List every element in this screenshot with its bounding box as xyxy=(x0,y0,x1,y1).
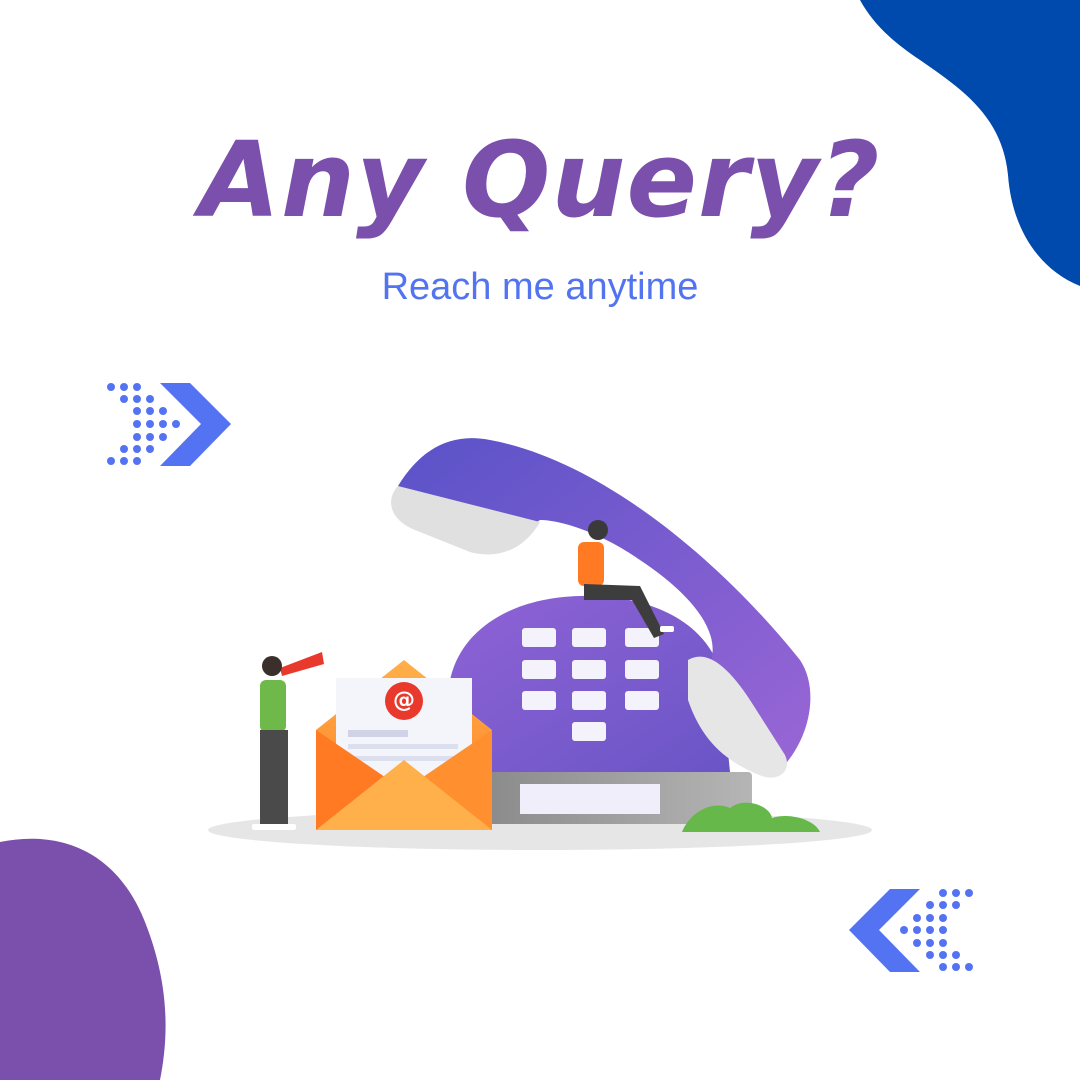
poster-canvas: @ Any Query? Reach me anytime xyxy=(0,0,1080,1080)
person-with-telescope-illustration xyxy=(252,652,324,830)
at-sign-icon: @ xyxy=(393,688,415,713)
blob-bottom-left xyxy=(0,838,166,1080)
headline: Any Query? xyxy=(199,119,881,241)
dotted-arrow-left-icon xyxy=(849,889,973,972)
subheadline: Reach me anytime xyxy=(381,266,699,308)
dotted-arrow-right-icon xyxy=(107,383,231,466)
